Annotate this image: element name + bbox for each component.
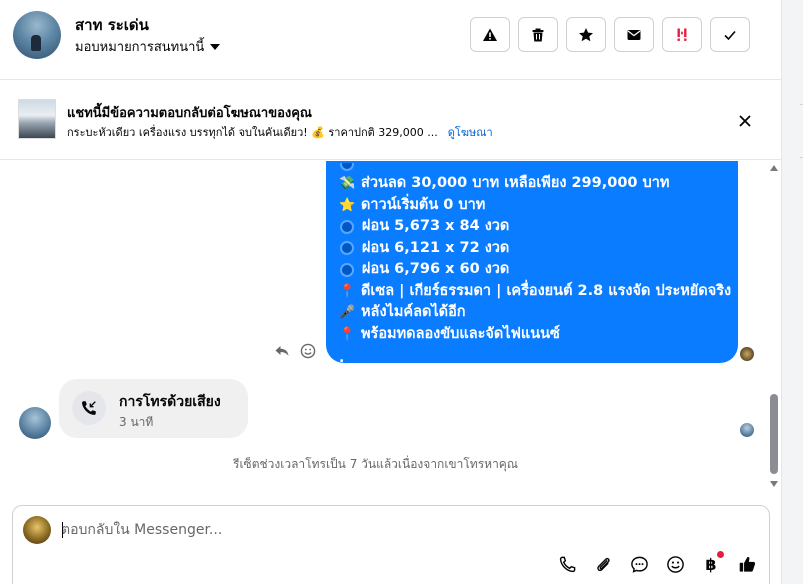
message-line-text: ดาวน์เริ่มต้น 0 บาท: [361, 196, 486, 213]
call-duration: 3 นาที: [119, 415, 154, 429]
message-trailing-dot: .: [339, 350, 345, 366]
view-ad-link[interactable]: ดูโฆษณา: [448, 126, 493, 139]
paperclip-icon: [596, 557, 610, 571]
outgoing-message-bubble[interactable]: 💸 ส่วนลด 30,000 บาท เหลือเพียง 299,000 บา…: [326, 161, 738, 366]
message-line-text: ผ่อน 6,796 x 60 งวด: [362, 261, 510, 277]
scrollbar-thumb[interactable]: [770, 394, 778, 474]
read-receipt-avatar: [740, 423, 754, 437]
message-line-text: หลังไมค์ลดได้อีก: [361, 304, 466, 320]
composer-toolbar: ฿: [557, 551, 757, 574]
reply-icon[interactable]: [274, 343, 290, 359]
circle-icon: [340, 262, 354, 277]
message-line: ผ่อน 6,121 x 72 งวด: [339, 238, 726, 260]
envelope-icon: [627, 29, 641, 40]
star-icon: [579, 27, 593, 41]
system-notice-text: รีเซ็ตช่วงเวลาโทรเป็น 7 วันแล้วเนื่องจาก…: [233, 457, 518, 471]
assign-conversation-dropdown[interactable]: มอบหมายการสนทนานี้: [75, 36, 221, 57]
message-list: 💸 ส่วนลด 30,000 บาท เหลือเพียง 299,000 บา…: [0, 161, 781, 501]
contact-avatar[interactable]: [13, 11, 61, 59]
message-line: ผ่อน 6,796 x 60 งวด: [339, 259, 726, 281]
payment-button[interactable]: ฿: [701, 551, 724, 574]
message-scrollbar[interactable]: [767, 161, 781, 497]
baht-icon: ฿: [705, 554, 717, 574]
saved-replies-button[interactable]: [629, 554, 649, 574]
spam-icon: [677, 28, 687, 41]
ad-banner-title: แชทนี้มีข้อความตอบกลับต่อโฆษณาของคุณ: [67, 106, 312, 121]
page-avatar: [23, 516, 51, 544]
notification-dot: [717, 551, 724, 558]
chat-bubble-icon: [630, 556, 648, 573]
reply-input[interactable]: [61, 516, 751, 544]
emoji-button[interactable]: [665, 554, 685, 574]
ad-preview-text: กระบะหัวเดียว เครื่องแรง บรรทุกได้ จบในค…: [67, 126, 438, 139]
scroll-down-arrow-icon[interactable]: [770, 481, 778, 487]
attach-button[interactable]: [593, 554, 613, 574]
call-title: การโทรด้วยเสียง: [119, 394, 221, 410]
conversation-header: สาท ระเด่น มอบหมายการสนทนานี้: [0, 0, 781, 80]
ad-thumbnail: [18, 99, 56, 139]
emoji-icon: [666, 555, 684, 573]
star-button[interactable]: [566, 17, 606, 52]
contact-name[interactable]: สาท ระเด่น: [75, 13, 149, 37]
assign-label: มอบหมายการสนทนานี้: [75, 40, 205, 55]
message-line: ⭐ ดาวน์เริ่มต้น 0 บาท: [339, 195, 726, 217]
message-line: 💸 ส่วนลด 30,000 บาท เหลือเพียง 299,000 บา…: [339, 173, 726, 195]
circle-icon: [340, 241, 354, 256]
message-line-text: ดีเซล | เกียร์ธรรมดา | เครื่องยนต์ 2.8 แ…: [361, 282, 732, 299]
voice-call-card[interactable]: การโทรด้วยเสียง 3 นาที: [59, 379, 248, 438]
like-button[interactable]: [737, 554, 757, 574]
reply-composer: ฿: [12, 505, 770, 584]
star-emoji-icon: ⭐: [339, 197, 356, 213]
money-icon: 💸: [339, 176, 356, 191]
microphone-icon: 🎤: [339, 305, 356, 320]
message-line-text: ผ่อน 6,121 x 72 งวด: [362, 239, 510, 256]
pin-icon: 📍: [339, 283, 356, 299]
mark-unread-button[interactable]: [614, 17, 654, 52]
ad-banner-subtitle: กระบะหัวเดียว เครื่องแรง บรรทุกได้ จบในค…: [67, 123, 493, 141]
message-line: 🎤 หลังไมค์ลดได้อีก: [339, 302, 726, 324]
contact-avatar-small[interactable]: [19, 407, 51, 439]
message-line: ผ่อน 5,673 x 84 งวด: [339, 216, 726, 238]
system-notice: รีเซ็ตช่วงเวลาโทรเป็น 7 วันแล้วเนื่องจาก…: [0, 455, 781, 474]
caret-down-icon: [210, 43, 221, 50]
delete-button[interactable]: [518, 17, 558, 52]
cropped-line: [339, 163, 726, 173]
circle-icon: [340, 163, 354, 171]
close-icon[interactable]: [736, 112, 754, 130]
react-emoji-icon[interactable]: [300, 343, 316, 359]
report-button[interactable]: [470, 17, 510, 52]
trash-icon: [532, 28, 544, 41]
message-line-text: ส่วนลด 30,000 บาท เหลือเพียง 299,000 บาท: [361, 175, 670, 191]
missed-call-icon: [72, 391, 106, 425]
phone-incoming-icon: [82, 401, 96, 415]
conversation-pane: สาท ระเด่น มอบหมายการสนทนานี้ แชทนี้มีข้…: [0, 0, 803, 584]
mark-spam-button[interactable]: [662, 17, 702, 52]
mark-done-button[interactable]: [710, 17, 750, 52]
scroll-up-arrow-icon[interactable]: [770, 165, 778, 171]
thumbs-up-icon: [739, 556, 755, 572]
message-line-text: พร้อมทดลองขับและจัดไฟแนนซ์: [361, 325, 560, 342]
message-line-text: ผ่อน 5,673 x 84 งวด: [362, 218, 510, 234]
alert-icon: [483, 28, 497, 41]
check-icon: [724, 30, 736, 40]
side-panel-edge: [781, 0, 803, 584]
pin-icon: 📍: [339, 326, 356, 342]
message-line: 📍 ดีเซล | เกียร์ธรรมดา | เครื่องยนต์ 2.8 …: [339, 281, 731, 303]
read-receipt-avatar: [740, 347, 754, 361]
text-cursor: [62, 522, 63, 538]
phone-icon: [559, 556, 575, 572]
circle-icon: [340, 219, 354, 234]
message-line: 📍 พร้อมทดลองขับและจัดไฟแนนซ์: [339, 324, 726, 346]
ad-reply-banner: แชทนี้มีข้อความตอบกลับต่อโฆษณาของคุณ กระ…: [0, 81, 781, 160]
message-actions: [274, 343, 316, 359]
call-button[interactable]: [557, 554, 577, 574]
